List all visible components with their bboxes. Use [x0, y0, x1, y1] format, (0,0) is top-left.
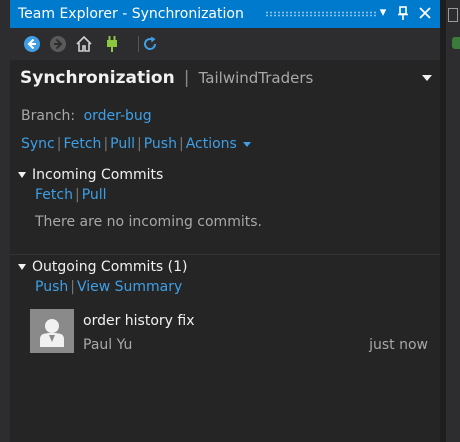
- incoming-links: Fetch | Pull: [35, 187, 107, 203]
- link-separator: |: [70, 279, 75, 295]
- connect-icon[interactable]: [102, 34, 122, 54]
- commit-author: Paul Yu: [83, 337, 133, 353]
- outgoing-push-link[interactable]: Push: [35, 279, 68, 295]
- collapse-icon[interactable]: [18, 172, 26, 178]
- actions-menu[interactable]: Actions: [186, 136, 237, 152]
- window-title: Team Explorer - Synchronization: [18, 6, 244, 22]
- window-dropdown-button[interactable]: ▾: [374, 4, 392, 22]
- incoming-empty-text: There are no incoming commits.: [35, 214, 262, 230]
- page-header: Synchronization | TailwindTraders: [20, 68, 313, 88]
- commit-item[interactable]: order history fix Paul Yu just now: [30, 306, 430, 356]
- view-summary-link[interactable]: View Summary: [77, 279, 182, 295]
- refresh-icon[interactable]: [140, 34, 160, 54]
- title-bar[interactable]: Team Explorer - Synchronization ▾: [10, 0, 440, 28]
- incoming-pull-link[interactable]: Pull: [82, 187, 107, 203]
- header-separator: |: [183, 68, 190, 88]
- incoming-commits-title: Incoming Commits: [32, 167, 164, 183]
- fetch-link[interactable]: Fetch: [63, 136, 101, 152]
- outgoing-commits-title: Outgoing Commits (1): [32, 259, 188, 275]
- action-separator: |: [56, 136, 62, 152]
- link-separator: |: [74, 187, 80, 203]
- close-icon: [419, 7, 431, 19]
- action-separator: |: [137, 136, 142, 152]
- chevron-down-icon[interactable]: [242, 141, 251, 147]
- home-icon[interactable]: [74, 34, 94, 54]
- branch-label: Branch:: [21, 108, 76, 124]
- commit-time: just now: [369, 337, 428, 353]
- collapse-icon[interactable]: [18, 264, 26, 270]
- push-link[interactable]: Push: [144, 136, 177, 152]
- avatar: [30, 309, 74, 353]
- adjacent-status-icon: [452, 37, 460, 49]
- adjacent-panel-strip: [440, 0, 460, 442]
- sync-link[interactable]: Sync: [21, 136, 55, 152]
- back-icon[interactable]: [22, 34, 42, 54]
- drag-grip[interactable]: [265, 11, 377, 17]
- outgoing-commits-header[interactable]: Outgoing Commits (1): [18, 259, 188, 275]
- incoming-fetch-link[interactable]: Fetch: [35, 187, 73, 203]
- action-separator: |: [178, 136, 184, 152]
- section-divider: [10, 254, 440, 255]
- page-title: Synchronization: [20, 68, 175, 88]
- branch-link[interactable]: order-bug: [84, 108, 152, 124]
- team-explorer-panel: Team Explorer - Synchronization ▾ Synchr…: [10, 0, 440, 442]
- pin-button[interactable]: [394, 4, 412, 22]
- pull-link[interactable]: Pull: [110, 136, 135, 152]
- forward-icon[interactable]: [48, 34, 68, 54]
- adjacent-window-icon[interactable]: [448, 8, 458, 22]
- toolbar: [10, 28, 440, 60]
- close-button[interactable]: [416, 4, 434, 22]
- toolbar-separator: [138, 36, 139, 52]
- header-dropdown-icon[interactable]: [422, 75, 432, 81]
- user-icon: [40, 319, 64, 347]
- outgoing-links: Push | View Summary: [35, 279, 182, 295]
- pin-icon: [398, 6, 408, 20]
- incoming-commits-header[interactable]: Incoming Commits: [18, 167, 163, 183]
- repository-name: TailwindTraders: [198, 69, 314, 87]
- commit-message: order history fix: [83, 313, 195, 329]
- action-separator: |: [103, 136, 109, 152]
- branch-row: Branch: order-bug: [21, 108, 152, 124]
- actions-row: Sync | Fetch | Pull | Push | Actions: [21, 136, 251, 152]
